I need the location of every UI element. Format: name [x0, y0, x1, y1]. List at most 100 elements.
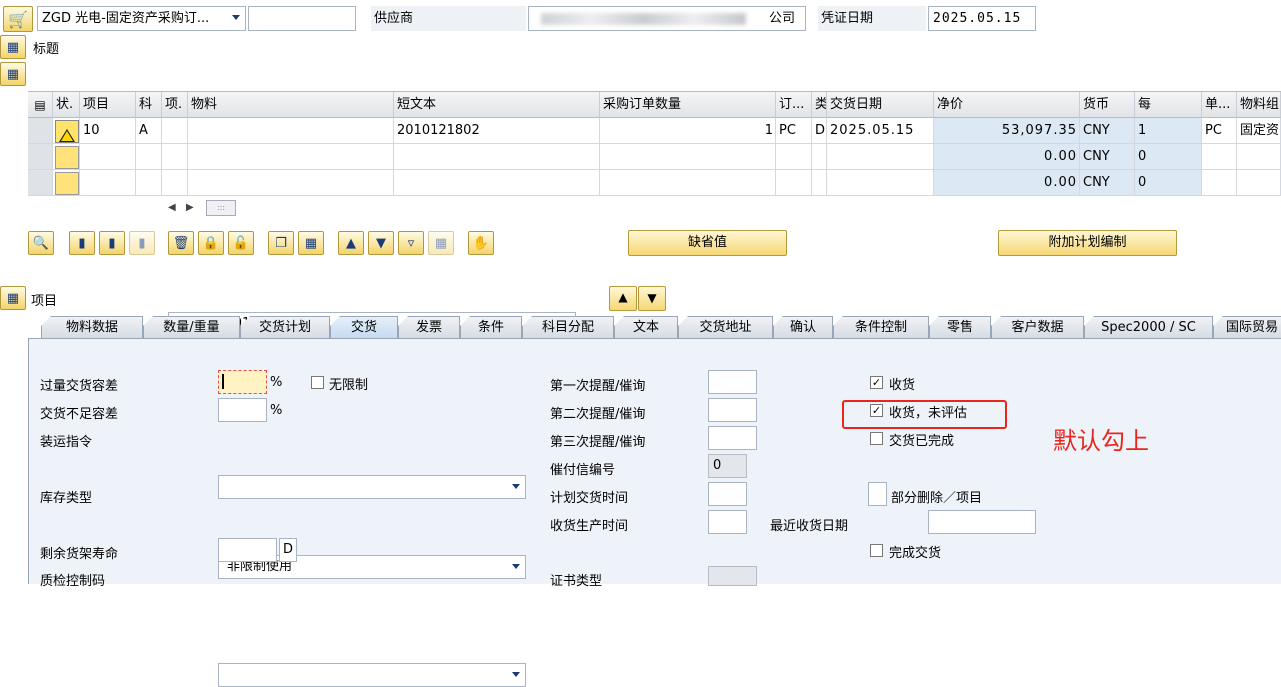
header-expand-icon[interactable]: ▦	[0, 35, 26, 59]
delivery-date-cell[interactable]	[827, 170, 934, 196]
tab-material-data[interactable]: 物料数据	[41, 316, 143, 338]
next-item-button[interactable]: ▼	[638, 286, 666, 311]
col-header-mat-group[interactable]: 物料组	[1237, 92, 1281, 118]
default-values-button[interactable]: 缺省值	[628, 230, 787, 256]
unlimited-checkbox[interactable]	[311, 376, 324, 389]
col-header-acct[interactable]: 科	[136, 92, 162, 118]
per-cell[interactable]: 1	[1135, 118, 1202, 144]
item-detail-collapse-icon[interactable]: ▦	[0, 286, 26, 310]
tab-account-assignment[interactable]: 科目分配	[522, 316, 614, 338]
short-text-cell[interactable]	[394, 170, 600, 196]
qm-control-dropdown[interactable]	[218, 663, 526, 687]
tab-spec2000[interactable]: Spec2000 / SC	[1084, 316, 1213, 338]
material-cell[interactable]	[188, 144, 394, 170]
date-type-cell[interactable]: D	[812, 118, 827, 144]
table-row[interactable]: 10 A 2010121802 1 PC D 2025.05.15 53,097…	[28, 118, 1281, 144]
delivery-date-cell[interactable]: 2025.05.15	[827, 118, 934, 144]
scroll-left-icon[interactable]: ◀	[168, 202, 176, 213]
col-header-net-price[interactable]: 净价	[934, 92, 1080, 118]
material-cell[interactable]	[188, 118, 394, 144]
col-header-status[interactable]: 状.	[53, 92, 80, 118]
horizontal-scrollbar[interactable]: :::	[206, 200, 236, 216]
col-header-itemcat[interactable]: 项.	[162, 92, 188, 118]
gr-checkbox[interactable]: ✓	[870, 376, 883, 389]
order-number-input[interactable]	[248, 6, 356, 31]
tab-delivery[interactable]: 交货	[330, 316, 398, 338]
quantity-cell[interactable]	[600, 144, 776, 170]
vendor-input[interactable]: 公司	[528, 6, 806, 31]
row-selector[interactable]	[28, 118, 53, 144]
tab-foreign-trade[interactable]: 国际贸易	[1213, 316, 1281, 338]
delete-icon[interactable]: 🗑	[168, 231, 194, 255]
unit-cell[interactable]	[776, 144, 812, 170]
date-type-cell[interactable]	[812, 170, 827, 196]
acct-cell[interactable]	[136, 170, 162, 196]
final-delivery-checkbox[interactable]	[870, 544, 883, 557]
mat-group-cell[interactable]	[1237, 144, 1281, 170]
previous-item-button[interactable]: ▲	[609, 286, 637, 311]
overdelivery-input[interactable]	[218, 370, 267, 394]
shelf-life-unit[interactable]: D	[279, 538, 297, 562]
chevron-down-icon[interactable]	[512, 484, 520, 489]
reminder2-input[interactable]	[708, 398, 757, 422]
previous-icon[interactable]: ▮	[99, 231, 125, 255]
price-unit-cell[interactable]	[1202, 144, 1237, 170]
mat-group-cell[interactable]	[1237, 170, 1281, 196]
delivery-date-cell[interactable]	[827, 144, 934, 170]
tab-delivery-address[interactable]: 交货地址	[678, 316, 773, 338]
row-selector[interactable]	[28, 170, 53, 196]
unit-cell[interactable]	[776, 170, 812, 196]
shopping-cart-icon[interactable]: 🛒	[3, 6, 33, 32]
delivery-completed-checkbox[interactable]	[870, 432, 883, 445]
row-selector[interactable]	[28, 144, 53, 170]
planned-delivery-input[interactable]	[708, 482, 747, 506]
gr-processing-input[interactable]	[708, 510, 747, 534]
col-header-unit[interactable]: 订...	[776, 92, 812, 118]
unlock-icon[interactable]: 🔓	[228, 231, 254, 255]
col-header-short-text[interactable]: 短文本	[394, 92, 600, 118]
unit-cell[interactable]: PC	[776, 118, 812, 144]
acct-cell[interactable]: A	[136, 118, 162, 144]
sort-ascending-icon[interactable]: ▲	[338, 231, 364, 255]
quantity-cell[interactable]: 1	[600, 118, 776, 144]
net-price-cell[interactable]: 0.00	[934, 170, 1080, 196]
underdelivery-input[interactable]	[218, 398, 267, 422]
col-header-date-type[interactable]: 类	[812, 92, 827, 118]
table-row[interactable]: 0.00 CNY 0	[28, 170, 1281, 196]
material-cell[interactable]	[188, 170, 394, 196]
col-header-item[interactable]: 项目	[80, 92, 136, 118]
date-type-cell[interactable]	[812, 144, 827, 170]
col-header-material[interactable]: 物料	[188, 92, 394, 118]
chevron-down-icon[interactable]	[512, 564, 520, 569]
first-icon[interactable]: ▮	[69, 231, 95, 255]
reminder1-input[interactable]	[708, 370, 757, 394]
col-header-quantity[interactable]: 采购订单数量	[600, 92, 776, 118]
split-icon[interactable]: ▦	[298, 231, 324, 255]
item-cell[interactable]	[80, 170, 136, 196]
price-unit-cell[interactable]: PC	[1202, 118, 1237, 144]
tab-texts[interactable]: 文本	[614, 316, 678, 338]
services-icon[interactable]: ✋	[468, 231, 494, 255]
sort-descending-icon[interactable]: ▼	[368, 231, 394, 255]
partial-delete-box[interactable]	[868, 482, 887, 506]
tab-quantity-weight[interactable]: 数量/重量	[143, 316, 240, 338]
last-gr-date-input[interactable]	[928, 510, 1036, 534]
per-cell[interactable]: 0	[1135, 144, 1202, 170]
col-header-currency[interactable]: 货币	[1080, 92, 1135, 118]
item-cell[interactable]: 10	[80, 118, 136, 144]
additional-planning-button[interactable]: 附加计划编制	[998, 230, 1177, 256]
copy-icon[interactable]: ❐	[268, 231, 294, 255]
reminder3-input[interactable]	[708, 426, 757, 450]
itemcat-cell[interactable]	[162, 170, 188, 196]
tab-delivery-schedule[interactable]: 交货计划	[240, 316, 330, 338]
table-row[interactable]: 0.00 CNY 0	[28, 144, 1281, 170]
col-header-price-unit[interactable]: 单...	[1202, 92, 1237, 118]
details-icon[interactable]: 🔍	[28, 231, 54, 255]
acct-cell[interactable]	[136, 144, 162, 170]
order-type-dropdown[interactable]: ZGD 光电-固定资产采购订...	[37, 6, 246, 31]
scroll-right-icon[interactable]: ▶	[186, 202, 194, 213]
tab-invoice[interactable]: 发票	[398, 316, 460, 338]
itemcat-cell[interactable]	[162, 118, 188, 144]
chevron-down-icon[interactable]	[512, 672, 520, 677]
tab-customer-data[interactable]: 客户数据	[991, 316, 1084, 338]
